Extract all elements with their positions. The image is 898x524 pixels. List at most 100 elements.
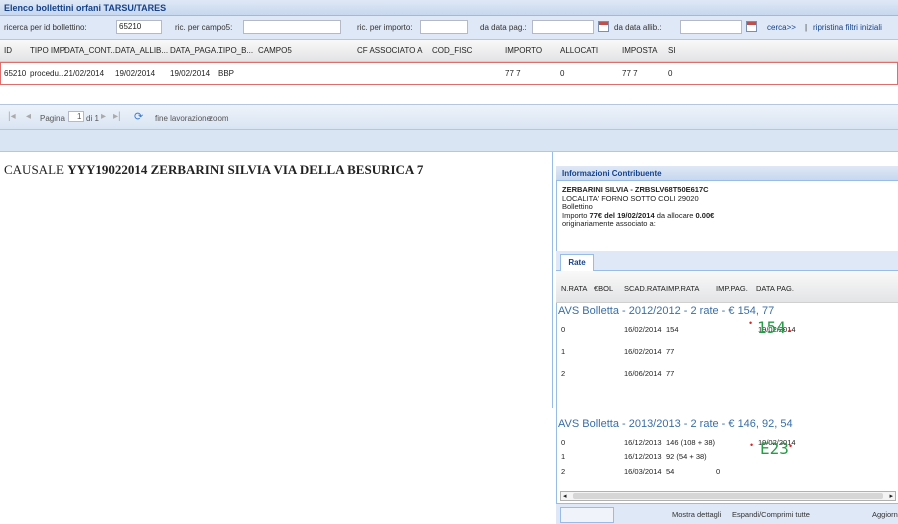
grid-header: ID TIPO IMP. DATA_CONT... DATA_ALLIB... DATA… xyxy=(0,40,898,62)
rate-cell: 54 xyxy=(666,467,675,476)
allocare-amount: 0.00€ xyxy=(695,210,715,220)
next-page-icon[interactable]: ▸ xyxy=(101,111,106,122)
scroll-left-icon[interactable]: ◂ xyxy=(563,492,567,500)
rate-row[interactable]: 2 16/06/2014 77 xyxy=(556,368,898,382)
horizontal-scrollbar[interactable]: ◂ ▸ xyxy=(560,491,896,501)
handwritten-annotation: E23 xyxy=(760,439,789,458)
page-input[interactable]: 1 xyxy=(68,111,85,122)
rate-group-title[interactable]: AVS Bolletta - 2012/2012 - 2 rate - € 15… xyxy=(558,305,774,317)
bollettino-label: ricerca per id bollettino: xyxy=(4,23,87,32)
separator: | xyxy=(805,23,808,32)
red-dot-icon: • xyxy=(750,440,754,450)
first-page-icon[interactable]: |◂ xyxy=(8,111,16,122)
table-cell: 19/02/2014 xyxy=(115,69,156,78)
table-cell: 0 xyxy=(560,69,565,78)
separator-bar xyxy=(0,130,898,152)
campo-input[interactable] xyxy=(243,20,341,34)
tab-rate[interactable]: Rate xyxy=(560,254,594,271)
table-cell: 19/02/2014 xyxy=(170,69,211,78)
handwritten-annotation: 154 xyxy=(757,318,786,337)
bollettino-input[interactable]: 65210 xyxy=(116,20,162,34)
column-header[interactable]: DATA_PAGA... xyxy=(170,46,223,55)
causale-label: CAUSALE xyxy=(4,162,64,177)
rate-cell: 2 xyxy=(561,467,566,476)
campo-label: ric. per campo5: xyxy=(175,23,233,32)
refresh-button[interactable]: Aggiorna xyxy=(872,510,898,519)
table-cell: 65210 xyxy=(4,69,27,78)
column-header[interactable]: IMPOSTA xyxy=(622,46,657,55)
rate-row[interactable]: 1 16/12/2013 92 (54 + 38) xyxy=(556,451,898,465)
importo-suffix: da allocare xyxy=(656,210,694,220)
column-header[interactable]: COD_FISC xyxy=(432,46,472,55)
orig-label: originariamente associato a: xyxy=(562,219,656,228)
rate-cell: 16/03/2014 xyxy=(624,467,662,476)
blank-button[interactable] xyxy=(560,507,614,523)
table-row[interactable]: 65210 procedu... 21/02/2014 19/02/2014 19/02… xyxy=(0,62,898,85)
rate-row[interactable]: 0 16/12/2013 146 (108 + 38) 19/02/2014 xyxy=(556,437,898,451)
scroll-thumb[interactable] xyxy=(573,493,883,499)
reset-filters-link[interactable]: ripristina filtri iniziali xyxy=(813,23,882,32)
da-data-allib-input[interactable] xyxy=(680,20,742,34)
zoom-label[interactable]: zoom xyxy=(209,114,229,123)
rate-cell: 2 xyxy=(561,369,566,378)
red-dot-icon: • xyxy=(789,441,793,451)
calendar-icon[interactable] xyxy=(746,21,757,32)
rate-cell: 16/02/2014 xyxy=(624,347,662,356)
rate-column-header[interactable]: SCAD.RATA xyxy=(624,284,666,293)
rate-cell: 92 (54 + 38) xyxy=(666,452,707,461)
column-header[interactable]: ID xyxy=(4,46,12,55)
search-link[interactable]: cerca>> xyxy=(767,23,796,32)
table-cell: 77 7 xyxy=(622,69,638,78)
info-title: Informazioni Contribuente xyxy=(556,166,898,181)
rate-column-header[interactable]: DATA PAG. xyxy=(756,284,794,293)
rate-row[interactable]: 1 16/02/2014 77 xyxy=(556,346,898,360)
column-header[interactable]: DATA_ALLIB... xyxy=(115,46,168,55)
table-cell: 77 7 xyxy=(505,69,521,78)
expand-collapse-button[interactable]: Espandi/Comprimi tutte xyxy=(732,510,810,519)
rate-row[interactable]: 0 16/02/2014 154 19/02/2014 xyxy=(556,324,898,338)
rate-column-header[interactable]: IMP.PAG. xyxy=(716,284,748,293)
rate-cell: 146 (108 + 38) xyxy=(666,438,715,447)
rate-cell: 16/12/2013 xyxy=(624,452,662,461)
contributor-name: ZERBARINI SILVIA - ZRBSLV68T50E617C xyxy=(562,185,709,194)
rate-column-header[interactable]: IMP.RATA xyxy=(666,284,699,293)
rate-group-title[interactable]: AVS Bolletta - 2013/2013 - 2 rate - € 14… xyxy=(558,418,793,430)
rate-tabbar: Rate xyxy=(556,251,898,271)
column-header[interactable]: TIPO_B... xyxy=(218,46,253,55)
refresh-icon[interactable]: ⟳ xyxy=(134,110,143,123)
status-text: fine lavorazione xyxy=(155,114,212,123)
table-cell: 0 xyxy=(668,69,673,78)
red-dot-icon: • xyxy=(788,326,792,336)
pager-toolbar: |◂ ◂ Pagina 1 di 1 ▸ ▸| ⟳ fine lavorazio… xyxy=(0,104,898,130)
rate-column-header[interactable]: N.RATA xyxy=(561,284,587,293)
column-header[interactable]: SI xyxy=(668,46,676,55)
column-header[interactable]: CAMPO5 xyxy=(258,46,292,55)
rate-cell: 0 xyxy=(716,467,721,476)
rate-column-header[interactable]: €BOL xyxy=(594,284,613,293)
da-data-pag-label: da data pag.: xyxy=(480,23,527,32)
rate-grid-header: N.RATA €BOL SCAD.RATA IMP.RATA IMP.PAG. DATA … xyxy=(556,271,898,303)
causale-panel: CAUSALE YYY19022014 ZERBARINI SILVIA VIA… xyxy=(0,152,553,408)
column-header[interactable]: CF ASSOCIATO A xyxy=(357,46,423,55)
causale-value: YYY19022014 ZERBARINI SILVIA VIA DELLA B… xyxy=(67,162,424,177)
filter-toolbar: ricerca per id bollettino: 65210 ric. pe… xyxy=(0,16,898,40)
column-header[interactable]: TIPO IMP. xyxy=(30,46,66,55)
details-button[interactable]: Mostra dettagli xyxy=(672,510,721,519)
rate-cell: 0 xyxy=(561,438,566,447)
table-cell: procedu... xyxy=(30,69,66,78)
rate-cell: 16/12/2013 xyxy=(624,438,662,447)
prev-page-icon[interactable]: ◂ xyxy=(26,111,31,122)
rate-cell: 77 xyxy=(666,369,675,378)
importo-input[interactable] xyxy=(420,20,468,34)
contributor-info: ZERBARINI SILVIA - ZRBSLV68T50E617C LOCA… xyxy=(562,185,715,229)
rate-row[interactable]: 2 16/03/2014 54 0 xyxy=(556,466,898,480)
last-page-icon[interactable]: ▸| xyxy=(113,111,121,122)
column-header[interactable]: ALLOCATI xyxy=(560,46,598,55)
column-header[interactable]: DATA_CONT... xyxy=(64,46,117,55)
calendar-icon[interactable] xyxy=(598,21,609,32)
scroll-right-icon[interactable]: ▸ xyxy=(889,492,893,500)
da-data-pag-input[interactable] xyxy=(532,20,594,34)
button-bar: Mostra dettagli Espandi/Comprimi tutte A… xyxy=(556,503,898,524)
rate-cell: 1 xyxy=(561,452,566,461)
column-header[interactable]: IMPORTO xyxy=(505,46,542,55)
